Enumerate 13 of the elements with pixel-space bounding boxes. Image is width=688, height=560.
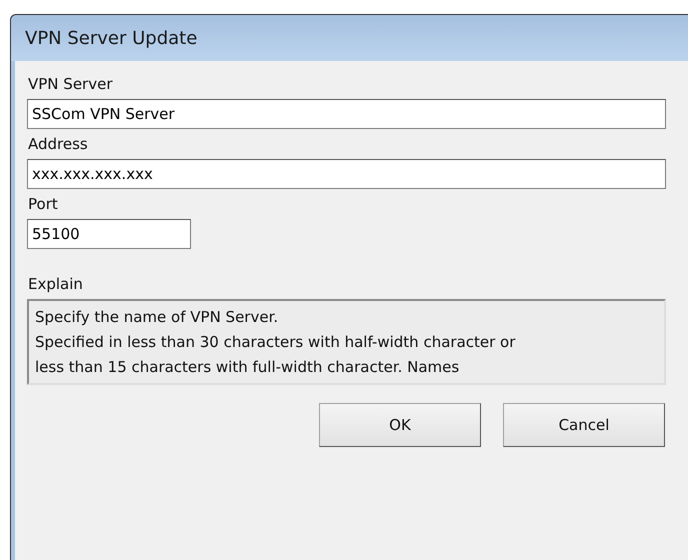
input-field[interactable]: 55100 [27,219,191,249]
dialog-button[interactable]: OK [319,403,481,447]
field-label: Port [28,195,58,213]
explain-label: Explain [28,275,83,293]
explain-text: Specify the name of VPN Server. [35,307,278,328]
field-label: VPN Server [28,75,112,93]
field-label: Address [28,135,88,153]
window-title: VPN Server Update [11,15,688,61]
explain-text: less than 15 characters with full-width character. Names [35,357,460,378]
input-field[interactable]: xxx.xxx.xxx.xxx [27,159,666,189]
explain-text: Specified in less than 30 characters with half-width character or [35,332,516,353]
input-field[interactable]: SSCom VPN Server [27,99,666,129]
dialog-button[interactable]: Cancel [503,403,665,447]
